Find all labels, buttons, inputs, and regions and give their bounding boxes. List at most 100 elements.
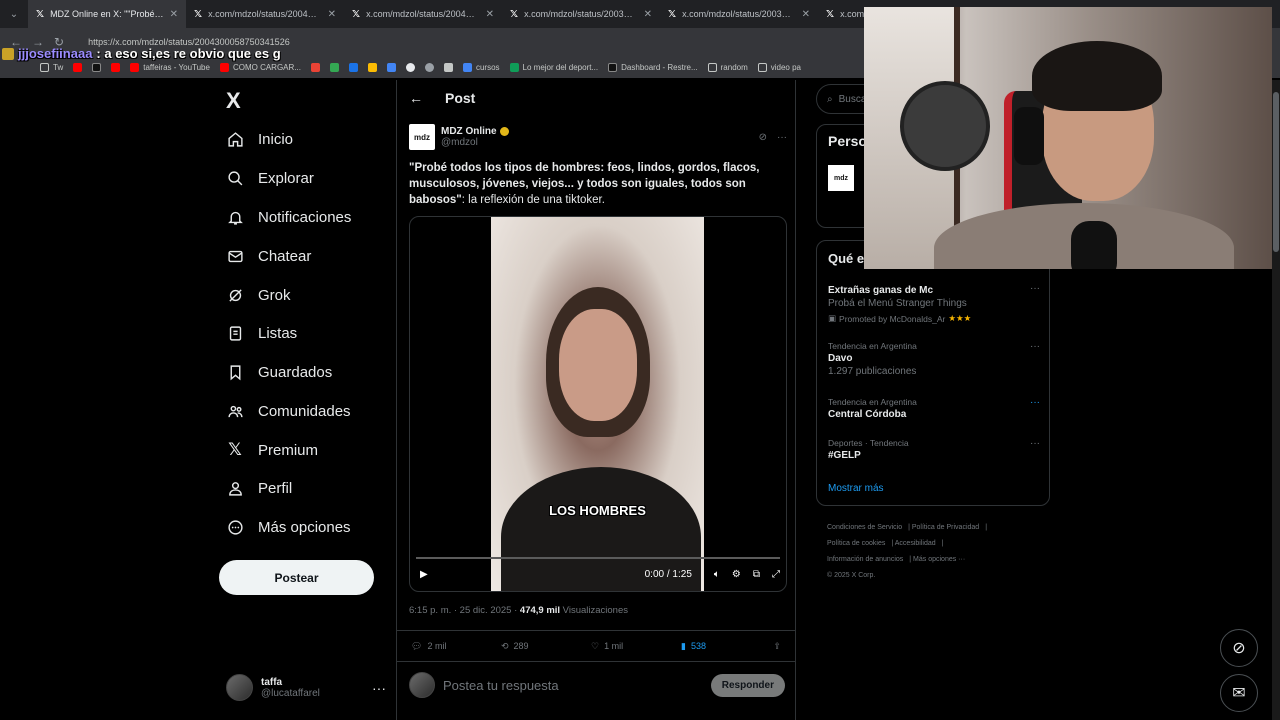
account-switcher[interactable]: taffa @lucataffarel ··· xyxy=(226,674,386,701)
x-favicon-icon: 𝕏 xyxy=(510,8,519,20)
grok-fab-button[interactable]: ⊘ xyxy=(1220,629,1258,667)
more-dots-icon[interactable]: ··· xyxy=(1030,397,1040,408)
footer-link[interactable]: Más opciones ··· xyxy=(913,556,965,563)
sidebar-item-premium[interactable]: 𝕏 Premium xyxy=(226,440,318,459)
pip-icon[interactable]: ⧉ xyxy=(753,569,760,580)
sidebar-item-inicio[interactable]: Inicio xyxy=(226,130,293,148)
bookmark-item[interactable]: taffeiras - YouTube xyxy=(130,62,210,72)
sidebar-item-mas-opciones[interactable]: Más opciones xyxy=(226,518,351,536)
left-sidebar: X Inicio Explorar Notificaciones Chatear… xyxy=(218,80,396,720)
close-tab-icon[interactable]: ✕ xyxy=(486,9,494,20)
settings-gear-icon[interactable]: ⚙ xyxy=(732,569,741,580)
stream-chat-message: jjjosefiinaaa : a eso si,es re obvio que… xyxy=(2,46,281,61)
trend-item[interactable]: Extrañas ganas de Mc Probá el Menú Stran… xyxy=(828,283,1040,324)
footer-link[interactable]: Política de cookies xyxy=(827,540,885,547)
trends-card: Qué e Extrañas ganas de Mc Probá el Menú… xyxy=(816,240,1050,506)
volume-icon[interactable]: 🔈︎ xyxy=(714,569,720,580)
related-account-avatar[interactable]: mdz xyxy=(828,165,854,191)
trend-item[interactable]: Tendencia en Argentina Davo 1.297 public… xyxy=(828,341,1040,377)
tab-title: x.com/mdzol/status/2004294205 xyxy=(208,9,322,19)
sidebar-item-chatear[interactable]: Chatear xyxy=(226,247,311,265)
browser-tab[interactable]: 𝕏 x.com/mdzol/status/2004294205 ✕ xyxy=(186,0,344,28)
app-bookmark-icon[interactable] xyxy=(348,62,358,72)
footer-link[interactable]: Política de Privacidad xyxy=(912,524,979,531)
bookmark-folder[interactable]: random xyxy=(707,62,748,72)
app-bookmark-icon[interactable] xyxy=(329,62,339,72)
repost-button[interactable]: ⟲ 289 xyxy=(501,641,591,652)
app-bookmark-icon[interactable] xyxy=(386,62,396,72)
fullscreen-icon[interactable]: ⤢ xyxy=(772,569,780,580)
close-tab-icon[interactable]: ✕ xyxy=(328,9,336,20)
sidebar-item-grok[interactable]: Grok xyxy=(226,286,291,304)
sidebar-item-guardados[interactable]: Guardados xyxy=(226,363,332,381)
play-icon[interactable]: ▶ xyxy=(420,569,428,580)
bookmark-button[interactable]: ▮ 538 xyxy=(681,641,771,652)
more-dots-icon[interactable]: ··· xyxy=(1030,438,1040,449)
close-tab-icon[interactable]: ✕ xyxy=(644,9,652,20)
app-bookmark-icon[interactable] xyxy=(405,62,415,72)
reply-button[interactable]: 💬︎ 2 mil xyxy=(411,641,501,652)
close-tab-icon[interactable]: ✕ xyxy=(802,9,810,20)
browser-tab[interactable]: 𝕏 x.com/mdzol/status/2003507283 ✕ xyxy=(660,0,818,28)
show-more-link[interactable]: Mostrar más xyxy=(828,483,884,494)
youtube-bookmark-icon[interactable] xyxy=(73,62,83,72)
verified-badge-icon xyxy=(499,127,509,136)
youtube-bookmark-icon[interactable] xyxy=(111,62,121,72)
messages-fab-button[interactable]: ✉ xyxy=(1220,674,1258,712)
x-logo[interactable]: X xyxy=(226,88,241,114)
sidebar-item-explorar[interactable]: Explorar xyxy=(226,169,314,187)
close-tab-icon[interactable]: ✕ xyxy=(170,9,178,20)
post-button[interactable]: Postear xyxy=(219,560,374,595)
trend-item[interactable]: Deportes · Tendencia #GELP ··· xyxy=(828,438,1040,461)
share-button[interactable]: ⇪ xyxy=(773,641,781,652)
app-bookmark-icon[interactable] xyxy=(424,62,434,72)
author-handle[interactable]: @mdzol xyxy=(441,137,509,148)
more-dots-icon[interactable]: ··· xyxy=(372,680,386,696)
app-bookmark-icon[interactable] xyxy=(443,62,453,72)
chat-message-text: : a eso si,es re obvio que es g xyxy=(96,46,281,61)
tab-list-chevron-icon[interactable]: ⌄ xyxy=(0,9,28,20)
footer-link[interactable]: Condiciones de Servicio xyxy=(827,524,902,531)
scrollbar-thumb[interactable] xyxy=(1273,92,1279,252)
app-bookmark-icon[interactable] xyxy=(367,62,377,72)
trend-title: Central Córdoba xyxy=(828,409,907,420)
tiktok-bookmark-icon[interactable] xyxy=(92,62,102,72)
more-dots-icon[interactable]: ··· xyxy=(1030,283,1040,294)
person-icon xyxy=(226,479,244,497)
author-name[interactable]: MDZ Online xyxy=(441,126,497,137)
author-avatar[interactable]: mdz xyxy=(409,124,435,150)
bookmark-item[interactable]: COMO CARGAR... xyxy=(219,62,301,72)
reply-input[interactable]: Postea tu respuesta xyxy=(443,678,559,693)
bookmark-item[interactable]: cursos xyxy=(462,62,500,72)
sidebar-item-perfil[interactable]: Perfil xyxy=(226,479,292,497)
bookmark-label: Dashboard - Restre... xyxy=(621,62,698,72)
ad-icon: ▣ xyxy=(828,313,837,323)
browser-tab[interactable]: 𝕏 MDZ Online en X: ""Probé todo ✕ xyxy=(28,0,186,28)
video-progress-bar[interactable] xyxy=(416,557,780,559)
bookmark-folder[interactable]: video pa xyxy=(757,62,801,72)
post-timestamp[interactable]: 6:15 p. m. · 25 dic. 2025 · xyxy=(409,605,520,616)
browser-tab[interactable]: 𝕏 x.com/mdzol/status/2003573726 ✕ xyxy=(502,0,660,28)
reply-submit-button[interactable]: Responder xyxy=(710,673,785,697)
browser-tab[interactable]: 𝕏 x.com/mdzol/status/2004208155 ✕ xyxy=(344,0,502,28)
more-dots-icon[interactable]: ··· xyxy=(777,132,787,143)
sidebar-item-comunidades[interactable]: Comunidades xyxy=(226,402,351,420)
more-dots-icon[interactable]: ··· xyxy=(1030,341,1040,352)
sidebar-item-listas[interactable]: Listas xyxy=(226,324,297,342)
gmail-bookmark-icon[interactable] xyxy=(310,62,320,72)
sidebar-item-notificaciones[interactable]: Notificaciones xyxy=(226,208,351,226)
like-button[interactable]: ♡ 1 mil xyxy=(591,641,681,652)
bookmark-count: 538 xyxy=(690,641,706,651)
video-player[interactable]: LOS HOMBRES ▶ 0:00 / 1:25 🔈︎ ⚙ ⧉ ⤢ xyxy=(409,216,787,592)
scrollbar[interactable] xyxy=(1272,80,1280,720)
bookmark-item[interactable]: Lo mejor del deport... xyxy=(509,62,598,72)
footer-link[interactable]: Accesibilidad xyxy=(895,540,936,547)
grok-icon[interactable]: ⊘ xyxy=(759,132,767,143)
tab-title: x.com/mdzol/status/2003507283 xyxy=(682,9,796,19)
back-arrow-icon[interactable]: ← xyxy=(409,90,423,106)
webcam-hair xyxy=(1032,41,1162,111)
bookmark-item[interactable]: Dashboard - Restre... xyxy=(608,62,698,72)
footer-link[interactable]: Información de anuncios xyxy=(827,556,903,563)
bookmark-item[interactable]: Tw xyxy=(40,62,63,72)
trend-item[interactable]: Tendencia en Argentina Central Córdoba ·… xyxy=(828,397,1040,420)
